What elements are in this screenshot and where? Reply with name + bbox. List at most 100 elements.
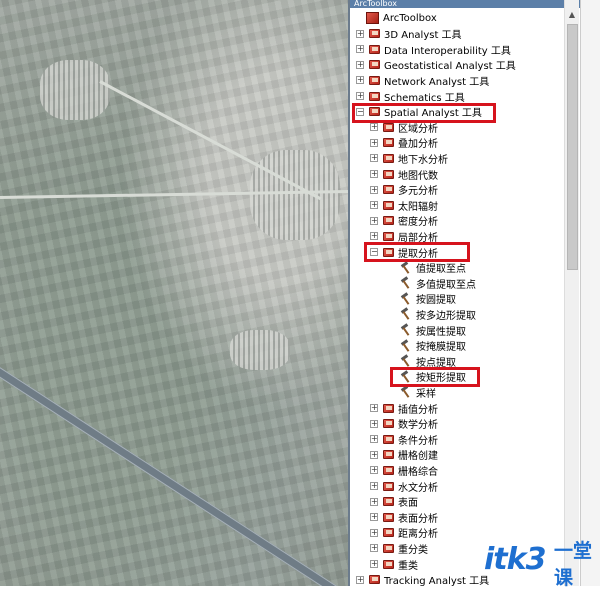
tree-item-label: 表面分析 [398,513,438,525]
expander-icon[interactable]: + [356,29,364,38]
tree-item-label: Network Analyst 工具 [384,76,490,88]
expander-icon[interactable]: + [370,513,378,522]
tree-item-toolset[interactable]: + 太阳辐射 [370,197,438,213]
toolbox-icon [382,215,395,226]
tree-item-toolbox[interactable]: + Geostatistical Analyst 工具 [356,57,516,73]
tree-item-tool[interactable]: 按圆提取 [388,291,456,307]
arctoolbox-icon [366,12,379,24]
tree-item-toolset[interactable]: + 表面 [370,494,418,510]
tree-item-toolset[interactable]: + 表面分析 [370,509,438,525]
expander-icon[interactable]: + [370,435,378,444]
expander-icon[interactable]: − [370,248,378,256]
tree-item-toolbox[interactable]: − Spatial Analyst 工具 [356,104,482,120]
tree-item-tool[interactable]: 按矩形提取 [388,369,466,385]
tree-item-tool[interactable]: 按掩膜提取 [388,338,466,354]
tree-item-tool[interactable]: 按多边形提取 [388,306,476,322]
tree-item-toolset[interactable]: + 水文分析 [370,478,438,494]
expander-icon[interactable]: + [356,60,364,69]
tree-item-toolset[interactable]: + 条件分析 [370,431,438,447]
scroll-up-arrow-icon[interactable]: ▲ [565,8,579,22]
expander-icon[interactable]: − [356,107,364,116]
toolbox-icon [382,543,395,554]
expander-icon[interactable]: + [356,45,364,54]
tree-item-tool[interactable]: 多值提取至点 [388,275,476,291]
expander-icon[interactable]: + [370,419,378,428]
tree-item-tool[interactable]: 值提取至点 [388,260,466,276]
tree-item-toolset[interactable]: − 提取分析 [370,244,438,260]
expander-icon[interactable]: + [356,575,364,584]
scroll-thumb[interactable] [567,24,578,270]
expander-icon[interactable]: + [370,560,378,568]
right-panel-strip [580,0,600,586]
vertical-scrollbar[interactable]: ▲ [564,0,579,586]
expander-icon[interactable]: + [356,76,364,85]
watermark-cn: 一堂课 [554,540,593,589]
tree-item-tool[interactable]: 按属性提取 [388,322,466,338]
toolbox-icon [382,231,395,242]
village-area [230,330,290,370]
tree-item-label: 栅格综合 [398,466,438,478]
expander-icon[interactable]: + [370,528,378,537]
expander-icon[interactable]: + [370,482,378,490]
tree-item-label: 距离分析 [398,529,438,541]
tree-item-label: 重分类 [398,544,428,556]
tree-item-toolset[interactable]: + 局部分析 [370,228,438,244]
tree-item-toolset[interactable]: + 区域分析 [370,119,438,135]
tree-item-label: 插值分析 [398,404,438,416]
tree-item-toolset[interactable]: + 数学分析 [370,416,438,432]
expander-icon[interactable]: + [370,201,378,210]
tree-item-label: 地下水分析 [398,154,448,166]
toolbox-icon [382,465,395,476]
expander-icon[interactable]: + [370,466,378,475]
toolbox-icon [368,574,381,585]
tree-item-tool[interactable]: 按点提取 [388,353,456,369]
tree-item-tool[interactable]: 采样 [388,384,436,400]
hammer-icon [400,371,412,383]
expander-icon[interactable]: + [370,404,378,412]
expander-icon[interactable]: + [370,216,378,225]
hammer-icon [400,355,412,367]
toolbox-icon [382,403,395,414]
expander-icon[interactable]: + [370,138,378,147]
tree-item-toolbox[interactable]: + Network Analyst 工具 [356,72,489,88]
satellite-map [0,0,348,586]
hammer-icon [400,262,412,274]
toolbox-icon [382,122,395,133]
tree-item-label: 栅格创建 [398,451,438,463]
tree-item-toolset[interactable]: + 地下水分析 [370,150,448,166]
expander-icon[interactable]: + [370,497,378,506]
tree-item-toolbox[interactable]: + Schematics 工具 [356,88,465,104]
tree-item-toolbox[interactable]: + Tracking Analyst 工具 [356,572,489,588]
tree-item-toolset[interactable]: + 栅格综合 [370,462,438,478]
expander-icon[interactable]: + [370,544,378,553]
tree-item-label: 太阳辐射 [398,201,438,213]
toolbox-icon [382,481,395,492]
expander-icon[interactable]: + [370,232,378,241]
expander-icon[interactable]: + [370,170,378,178]
expander-icon[interactable]: + [370,154,378,163]
toolbox-icon [382,169,395,180]
toolbox-icon [382,559,395,570]
tree-item-toolset[interactable]: + 栅格创建 [370,447,438,463]
expander-icon[interactable]: + [356,92,364,100]
tree-item-toolbox[interactable]: + Data Interoperability 工具 [356,41,511,57]
expander-icon[interactable]: + [370,185,378,194]
tree-item-label: 地图代数 [398,170,438,182]
tree-item-label: 按属性提取 [416,326,466,338]
tree-root-arctoolbox[interactable]: ArcToolbox [354,10,437,26]
tree-item-toolset[interactable]: + 地图代数 [370,166,438,182]
tree-item-toolset[interactable]: + 叠加分析 [370,135,438,151]
tree-item-label: ArcToolbox [383,12,437,24]
expander-icon[interactable]: + [370,450,378,459]
toolbox-icon [368,106,381,117]
tree-item-toolset[interactable]: + 重类 [370,556,418,572]
tree-item-toolset[interactable]: + 重分类 [370,540,428,556]
expander-icon[interactable]: + [370,123,378,132]
tree-item-toolbox[interactable]: +3D Analyst 工具 [356,26,462,42]
tree-item-toolset[interactable]: + 距离分析 [370,525,438,541]
toolbox-icon [368,75,381,86]
tree-item-toolset[interactable]: + 插值分析 [370,400,438,416]
hammer-icon [400,293,412,305]
tree-item-toolset[interactable]: + 多元分析 [370,182,438,198]
tree-item-toolset[interactable]: + 密度分析 [370,213,438,229]
